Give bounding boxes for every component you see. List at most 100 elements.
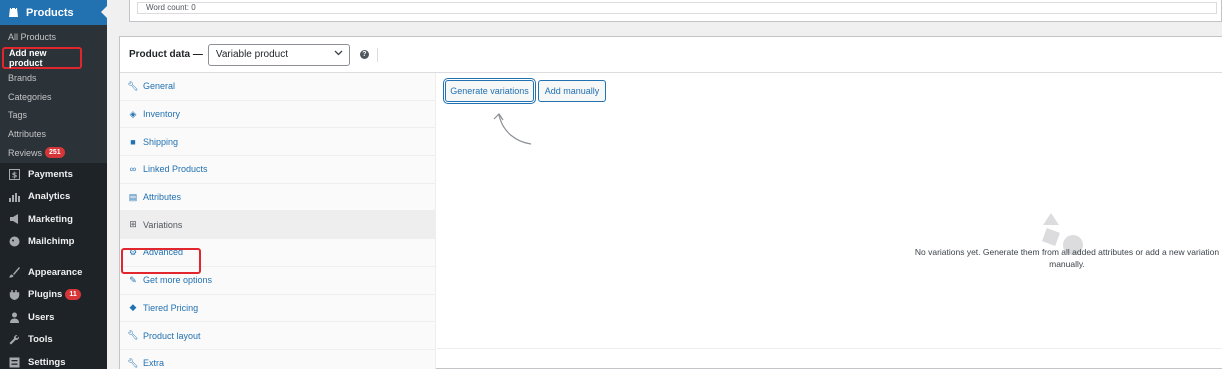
submenu-label: Add new product bbox=[9, 47, 47, 68]
menu-item-label: Analytics bbox=[28, 191, 71, 203]
menu-item-analytics[interactable]: Analytics bbox=[0, 186, 107, 209]
wrench-icon: 🔧︎ bbox=[127, 330, 139, 341]
analytics-bar-icon bbox=[8, 191, 20, 203]
tag-icon: ◈ bbox=[129, 108, 137, 119]
tab-attributes[interactable]: ▤ Attributes bbox=[120, 184, 435, 212]
submenu-label: Categories bbox=[8, 91, 52, 102]
submenu-label: All Products bbox=[8, 32, 57, 43]
tab-inventory[interactable]: ◈ Inventory bbox=[120, 101, 435, 129]
truck-icon: ■ bbox=[130, 136, 136, 147]
submenu-brands[interactable]: Brands bbox=[0, 69, 107, 88]
tag-icon: ◆ bbox=[129, 302, 137, 313]
svg-text:$: $ bbox=[11, 170, 17, 179]
tab-label: General bbox=[143, 81, 176, 92]
menu-item-tools[interactable]: Tools bbox=[0, 329, 107, 352]
plugin-icon: ✎ bbox=[129, 274, 137, 285]
menu-item-products[interactable]: Products bbox=[0, 0, 107, 25]
settings-icon bbox=[8, 356, 20, 368]
menu-item-label: Products bbox=[26, 6, 74, 19]
reviews-count-badge: 251 bbox=[45, 147, 65, 159]
menu-item-label: Settings bbox=[28, 356, 66, 368]
menu-item-label: Payments bbox=[28, 168, 73, 180]
menu-item-label: Plugins bbox=[28, 289, 63, 301]
wrench-icon: 🔧︎ bbox=[127, 80, 139, 91]
submenu-categories[interactable]: Categories bbox=[0, 87, 107, 106]
users-icon bbox=[8, 311, 20, 323]
tab-label: Inventory bbox=[143, 109, 181, 120]
generate-variations-button[interactable]: Generate variations bbox=[445, 80, 534, 102]
tab-variations[interactable]: ⊞ Variations bbox=[120, 211, 435, 240]
plugins-update-badge: 11 bbox=[65, 289, 81, 301]
menu-item-appearance[interactable]: Appearance bbox=[0, 261, 107, 284]
product-data-title: Product data — bbox=[129, 49, 203, 60]
header-divider bbox=[376, 47, 378, 62]
submenu-reviews[interactable]: Reviews 251 bbox=[0, 143, 107, 162]
menu-item-settings[interactable]: Settings bbox=[0, 351, 107, 369]
word-count: Word count: 0 bbox=[137, 2, 1217, 14]
wrench-icon: 🔧︎ bbox=[127, 357, 139, 368]
gear-icon: ⚙ bbox=[128, 246, 138, 257]
menu-item-users[interactable]: Users bbox=[0, 306, 107, 329]
admin-sidebar: Products All Products Add new product Br… bbox=[0, 0, 107, 369]
product-data-tabs: 🔧︎ General ◈ Inventory ■ Shipping ∞ Linked P… bbox=[120, 73, 436, 369]
help-icon[interactable]: ? bbox=[359, 50, 369, 59]
tab-extra[interactable]: 🔧︎ Extra bbox=[120, 350, 435, 369]
menu-item-plugins[interactable]: Plugins 11 bbox=[0, 284, 107, 307]
tab-get-more-options[interactable]: ✎ Get more options bbox=[120, 267, 435, 295]
submenu-tags[interactable]: Tags bbox=[0, 106, 107, 125]
tab-general[interactable]: 🔧︎ General bbox=[120, 73, 435, 101]
menu-item-label: Users bbox=[28, 311, 55, 323]
menu-item-label: Appearance bbox=[28, 266, 83, 278]
tab-advanced[interactable]: ⚙ Advanced bbox=[120, 239, 435, 267]
product-type-select[interactable]: Variable product bbox=[207, 43, 350, 66]
plugins-plug-icon bbox=[8, 289, 20, 301]
submenu-attributes[interactable]: Attributes bbox=[0, 125, 107, 144]
menu-item-payments[interactable]: $ Payments bbox=[0, 163, 107, 186]
submenu-label: Reviews bbox=[8, 147, 43, 158]
products-bag-icon bbox=[8, 5, 19, 20]
menu-item-marketing[interactable]: Marketing bbox=[0, 208, 107, 231]
submenu-label: Tags bbox=[8, 110, 28, 121]
tab-label: Tiered Pricing bbox=[143, 302, 199, 313]
tab-shipping[interactable]: ■ Shipping bbox=[120, 128, 435, 157]
curved-arrow-icon bbox=[493, 113, 532, 145]
tab-label: Variations bbox=[143, 219, 183, 230]
add-manually-button[interactable]: Add manually bbox=[538, 80, 606, 102]
menu-item-label: Marketing bbox=[28, 213, 73, 225]
menu-item-label: Tools bbox=[28, 334, 53, 346]
products-submenu: All Products Add new product Brands Cate… bbox=[0, 25, 107, 163]
empty-variations-message: No variations yet. Generate them from al… bbox=[914, 247, 1220, 269]
tab-label: Linked Products bbox=[143, 164, 208, 175]
product-type-value: Variable product bbox=[215, 49, 288, 60]
tab-linked-products[interactable]: ∞ Linked Products bbox=[120, 156, 435, 184]
tab-label: Attributes bbox=[143, 192, 182, 203]
submenu-all-products[interactable]: All Products bbox=[0, 28, 107, 47]
main-content: Word count: 0 Product data — Variable pr… bbox=[107, 0, 1222, 369]
product-data-header: Product data — Variable product ? bbox=[120, 37, 1222, 73]
mailchimp-icon bbox=[8, 236, 20, 248]
tab-label: Extra bbox=[143, 358, 165, 369]
menu-item-label: Mailchimp bbox=[28, 236, 75, 248]
menu-item-mailchimp[interactable]: Mailchimp bbox=[0, 231, 107, 254]
appearance-brush-icon bbox=[8, 266, 20, 278]
payments-dollar-icon: $ bbox=[8, 168, 20, 180]
chevron-down-icon bbox=[334, 48, 343, 60]
grid-icon: ⊞ bbox=[129, 219, 137, 230]
submenu-label: Brands bbox=[8, 73, 37, 84]
tab-label: Get more options bbox=[143, 275, 213, 286]
tab-tiered-pricing[interactable]: ◆ Tiered Pricing bbox=[120, 295, 435, 323]
submenu-add-new-product[interactable]: Add new product bbox=[2, 46, 82, 69]
product-data-panel: Product data — Variable product ? 🔧︎ Gene… bbox=[119, 36, 1222, 369]
marketing-megaphone-icon bbox=[8, 213, 20, 225]
variations-panel: Generate variations Add manually No vari… bbox=[437, 73, 1222, 349]
menu-separator bbox=[0, 253, 107, 261]
tab-label: Shipping bbox=[143, 136, 179, 147]
tools-wrench-icon bbox=[8, 334, 20, 346]
tab-product-layout[interactable]: 🔧︎ Product layout bbox=[120, 322, 435, 350]
editor-status-bar: Word count: 0 bbox=[129, 0, 1222, 22]
link-icon: ∞ bbox=[129, 164, 137, 175]
tab-label: Advanced bbox=[143, 247, 184, 258]
list-card-icon: ▤ bbox=[128, 191, 138, 202]
tab-label: Product layout bbox=[143, 330, 201, 341]
submenu-label: Attributes bbox=[8, 129, 47, 140]
